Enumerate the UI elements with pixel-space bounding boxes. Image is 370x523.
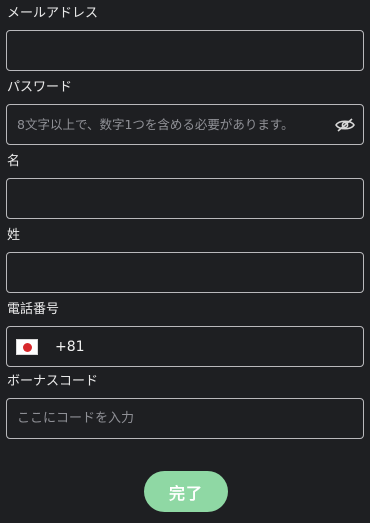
submit-button[interactable]: 完了 (144, 471, 228, 512)
phone-label: 電話番号 (7, 302, 60, 317)
email-field-wrapper (6, 30, 364, 71)
password-field[interactable] (7, 105, 363, 144)
last-name-field[interactable] (7, 253, 363, 292)
password-label: パスワード (7, 80, 73, 95)
last-name-field-wrapper (6, 252, 364, 293)
eye-off-icon[interactable] (335, 116, 355, 134)
password-field-wrapper (6, 104, 364, 145)
email-field[interactable] (7, 31, 363, 70)
bonus-code-label: ボーナスコード (7, 374, 99, 389)
first-name-field-wrapper (6, 178, 364, 219)
first-name-label: 名 (7, 154, 21, 169)
first-name-field[interactable] (7, 179, 363, 218)
phone-field-wrapper: +81 (6, 326, 364, 367)
bonus-code-field-wrapper (6, 398, 364, 439)
bonus-code-field[interactable] (7, 399, 363, 438)
last-name-label: 姓 (7, 228, 21, 243)
email-label: メールアドレス (7, 6, 99, 21)
phone-field[interactable] (7, 327, 363, 366)
